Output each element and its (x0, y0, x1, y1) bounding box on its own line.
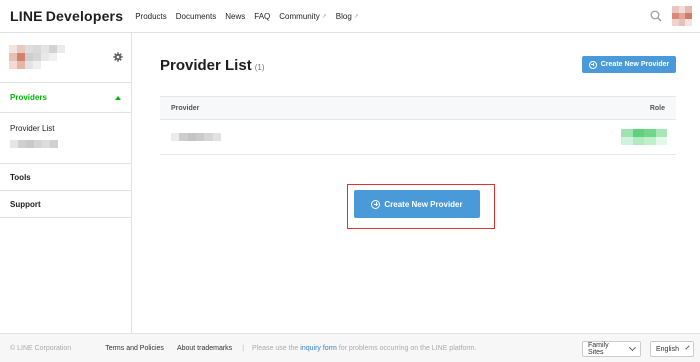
page-title: Provider List (1) (160, 57, 264, 74)
external-link-icon: ↗ (321, 13, 327, 20)
language-label: English (656, 345, 679, 353)
nav-faq[interactable]: FAQ (254, 12, 270, 21)
logo-line: LINE (10, 8, 43, 24)
column-role: Role (649, 104, 665, 112)
footer: © LINE Corporation Terms and Policies Ab… (0, 333, 700, 362)
gear-icon[interactable] (113, 52, 123, 62)
family-sites-label: Family Sites (588, 342, 609, 356)
inquiry-form-link[interactable]: inquiry form (300, 345, 337, 352)
create-provider-button[interactable]: Create New Provider (354, 190, 480, 218)
external-link-icon: ↗ (353, 13, 359, 20)
nav-products[interactable]: Products (135, 12, 167, 21)
account-avatar-blurred (9, 45, 65, 69)
provider-count: (1) (254, 63, 265, 72)
provider-name-blurred[interactable] (10, 140, 58, 148)
copyright: © LINE Corporation (10, 344, 72, 352)
nav-community-label: Community (279, 11, 320, 21)
account-panel (0, 33, 131, 83)
sidebar-item-label: Provider List (10, 124, 55, 133)
terms-link[interactable]: Terms and Policies (105, 345, 164, 352)
top-header: LINE Developers Products Documents News F… (0, 0, 700, 33)
provider-name-blurred[interactable] (171, 133, 221, 141)
create-provider-label: Create New Provider (384, 199, 463, 209)
create-provider-label: Create New Provider (600, 61, 670, 68)
create-provider-button-top[interactable]: Create New Provider (582, 56, 676, 73)
nav-blog[interactable]: Blog ↗ (336, 12, 359, 21)
header-actions (650, 6, 692, 26)
search-icon[interactable] (650, 10, 662, 22)
provider-table: Provider Role (160, 96, 676, 155)
table-row[interactable] (160, 120, 676, 155)
sidebar-item-provider-list[interactable]: Provider List (0, 113, 131, 164)
nav-documents[interactable]: Documents (176, 12, 216, 21)
column-provider: Provider (171, 104, 200, 112)
sidebar-item-support[interactable]: Support (0, 191, 131, 218)
plus-circle-icon (371, 199, 381, 209)
family-sites-select[interactable]: Family Sites (582, 341, 641, 357)
trademarks-link[interactable]: About trademarks (177, 345, 232, 352)
chevron-down-icon (629, 344, 637, 351)
page-title-text: Provider List (160, 57, 252, 74)
main-nav: Products Documents News FAQ Community ↗ B… (135, 12, 368, 21)
role-badge-blurred (621, 129, 667, 145)
sidebar-section-label: Providers (10, 93, 47, 102)
inquiry-notice: Please use the inquiry form for problems… (252, 345, 477, 352)
table-header: Provider Role (160, 96, 676, 120)
nav-blog-label: Blog (335, 11, 352, 21)
sidebar: Providers Provider List Tools Support (0, 33, 132, 333)
notice-post: for problems occurring on the LINE platf… (338, 344, 477, 352)
nav-news[interactable]: News (225, 12, 245, 21)
notice-pre: Please use the (252, 344, 299, 352)
language-select[interactable]: English (650, 341, 694, 357)
logo-developers: Developers (45, 8, 124, 24)
user-avatar[interactable] (672, 6, 692, 26)
footer-separator: | (242, 344, 245, 352)
nav-community[interactable]: Community ↗ (279, 12, 326, 21)
chevron-down-icon (685, 345, 690, 350)
line-developers-logo[interactable]: LINE Developers (10, 8, 123, 24)
sidebar-item-tools[interactable]: Tools (0, 164, 131, 191)
main-content: Provider List (1) Create New Provider Pro… (132, 33, 700, 333)
caret-up-icon (115, 95, 121, 100)
plus-circle-icon (588, 60, 597, 69)
sidebar-section-providers[interactable]: Providers (0, 83, 131, 113)
